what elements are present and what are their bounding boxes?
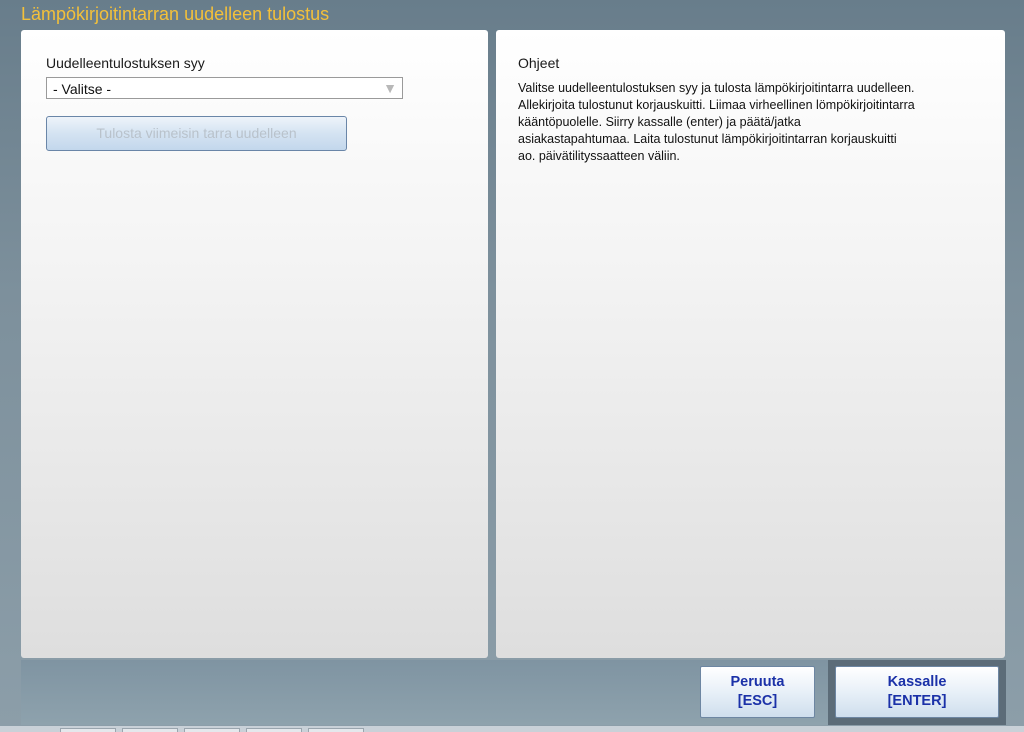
chevron-down-icon[interactable]: ▼ bbox=[383, 80, 397, 96]
window-title: Lämpökirjoitintarran uudelleen tulostus bbox=[21, 4, 330, 24]
help-heading: Ohjeet bbox=[518, 55, 560, 71]
checkout-button-key: [ENTER] bbox=[887, 693, 947, 709]
help-line: Valitse uudelleentulostuksen syy ja tulo… bbox=[518, 81, 915, 95]
checkout-button-frame: Kassalle [ENTER] bbox=[828, 660, 1006, 725]
reason-label: Uudelleentulostuksen syy bbox=[46, 55, 205, 71]
taskbar-tab[interactable] bbox=[184, 728, 240, 732]
help-text: Valitse uudelleentulostuksen syy ja tulo… bbox=[518, 80, 978, 165]
help-line: asiakastapahtumaa. Laita tulostunut lämp… bbox=[518, 132, 897, 146]
reason-select-value: - Valitse - bbox=[53, 81, 112, 97]
checkout-button[interactable]: Kassalle [ENTER] bbox=[835, 666, 999, 718]
taskbar-tab[interactable] bbox=[246, 728, 302, 732]
checkout-button-label: Kassalle bbox=[887, 674, 947, 690]
help-panel: Ohjeet Valitse uudelleentulostuksen syy … bbox=[496, 30, 1005, 658]
footer-bar: Peruuta [ESC] Kassalle [ENTER] bbox=[21, 660, 1006, 725]
taskbar-tab[interactable] bbox=[60, 728, 116, 732]
cancel-button-label: Peruuta bbox=[730, 674, 785, 690]
taskbar-tab[interactable] bbox=[122, 728, 178, 732]
reprint-last-label-button[interactable]: Tulosta viimeisin tarra uudelleen bbox=[46, 116, 347, 151]
help-line: kääntöpuolelle. Siirry kassalle (enter) … bbox=[518, 115, 801, 129]
cancel-button[interactable]: Peruuta [ESC] bbox=[700, 666, 815, 718]
reason-panel: Uudelleentulostuksen syy - Valitse - ▼ T… bbox=[21, 30, 488, 658]
help-line: ao. päivätilityssaatteen väliin. bbox=[518, 149, 680, 163]
cancel-button-key: [ESC] bbox=[737, 693, 778, 709]
reason-select[interactable]: - Valitse - ▼ bbox=[46, 77, 403, 99]
help-line: Allekirjoita tulostunut korjauskuitti. L… bbox=[518, 98, 915, 112]
taskbar bbox=[0, 726, 1024, 732]
taskbar-tab[interactable] bbox=[308, 728, 364, 732]
